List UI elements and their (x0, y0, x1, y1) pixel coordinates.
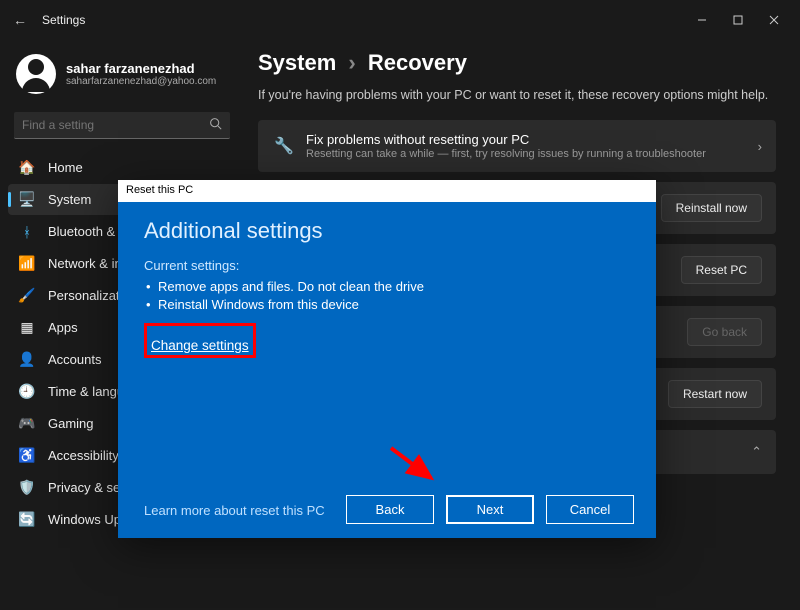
cancel-button[interactable]: Cancel (546, 495, 634, 524)
titlebar: ← Settings (0, 0, 800, 40)
breadcrumb-leaf: Recovery (368, 50, 467, 75)
setting-bullet: Reinstall Windows from this device (158, 297, 630, 312)
learn-more-link[interactable]: Learn more about reset this PC (144, 503, 325, 518)
current-settings-label: Current settings: (144, 258, 630, 273)
reset-pc-dialog: Reset this PC Additional settings Curren… (118, 180, 656, 538)
chevron-right-icon: › (348, 50, 355, 75)
card-desc: Resetting can take a while — first, try … (306, 148, 748, 160)
back-button[interactable]: ← (8, 12, 32, 28)
page-intro: If you're having problems with your PC o… (258, 88, 776, 102)
bluetooth-icon: ᚼ (18, 223, 36, 241)
user-email: saharfarzanenezhad@yahoo.com (66, 76, 216, 87)
sidebar-item-label: Gaming (48, 416, 94, 431)
user-profile[interactable]: sahar farzanenezhad saharfarzanenezhad@y… (8, 48, 240, 108)
search-input[interactable] (22, 118, 209, 132)
annotation-arrow-icon (386, 443, 446, 488)
next-button[interactable]: Next (446, 495, 534, 524)
sidebar-item-label: System (48, 192, 91, 207)
person-icon: 👤 (18, 351, 36, 369)
system-icon: 🖥️ (18, 191, 36, 209)
sidebar-item-home[interactable]: 🏠 Home (8, 152, 234, 183)
wrench-icon: 🔧 (272, 136, 296, 156)
dialog-heading: Additional settings (144, 218, 630, 244)
reset-pc-button[interactable]: Reset PC (681, 256, 762, 284)
sidebar-item-label: Accessibility (48, 448, 119, 463)
wifi-icon: 📶 (18, 255, 36, 273)
chevron-right-icon: › (758, 139, 762, 154)
shield-icon: 🛡️ (18, 479, 36, 497)
highlight-box: Change settings (144, 323, 256, 358)
brush-icon: 🖌️ (18, 287, 36, 305)
chevron-up-icon: ⌃ (751, 444, 762, 460)
setting-bullet: Remove apps and files. Do not clean the … (158, 279, 630, 294)
window-title: Settings (42, 13, 85, 27)
clock-icon: 🕘 (18, 383, 36, 401)
game-icon: 🎮 (18, 415, 36, 433)
fix-problems-card[interactable]: 🔧 Fix problems without resetting your PC… (258, 120, 776, 172)
update-icon: 🔄 (18, 511, 36, 529)
accessibility-icon: ♿ (18, 447, 36, 465)
apps-icon: ▦ (18, 319, 36, 337)
search-box[interactable] (14, 112, 230, 139)
close-button[interactable] (756, 6, 792, 34)
goback-button: Go back (687, 318, 762, 346)
sidebar-item-label: Apps (48, 320, 78, 335)
sidebar-item-label: Home (48, 160, 83, 175)
home-icon: 🏠 (18, 159, 36, 177)
card-title: Fix problems without resetting your PC (306, 132, 748, 147)
breadcrumb-root[interactable]: System (258, 50, 336, 75)
search-icon (209, 117, 222, 133)
avatar (16, 54, 56, 94)
minimize-button[interactable] (684, 6, 720, 34)
maximize-button[interactable] (720, 6, 756, 34)
restart-button[interactable]: Restart now (668, 380, 762, 408)
dialog-title: Reset this PC (118, 180, 656, 202)
back-button[interactable]: Back (346, 495, 434, 524)
breadcrumb: System › Recovery (258, 50, 776, 76)
user-name: sahar farzanenezhad (66, 61, 216, 76)
sidebar-item-label: Accounts (48, 352, 101, 367)
reinstall-button[interactable]: Reinstall now (661, 194, 762, 222)
change-settings-link[interactable]: Change settings (147, 336, 253, 355)
